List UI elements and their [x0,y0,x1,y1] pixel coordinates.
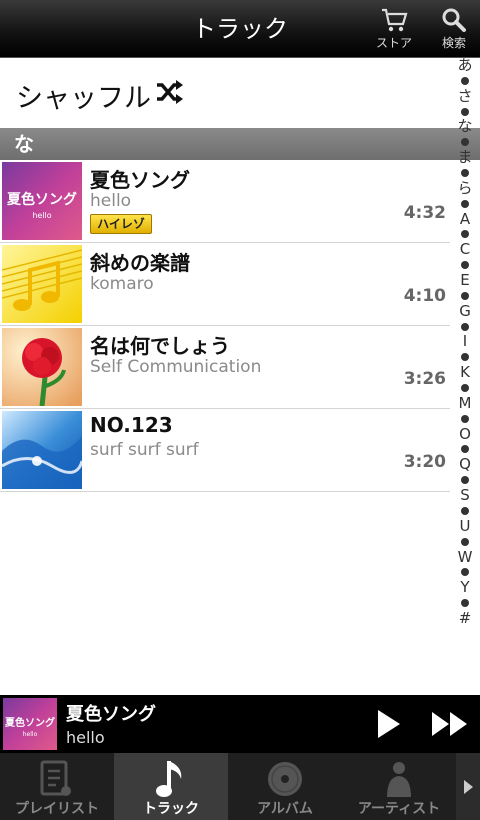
index-dot[interactable] [461,599,469,608]
index-dot[interactable] [461,199,469,208]
track-row[interactable]: 夏色ソング hello 夏色ソング hello ハイレゾ 4:32 [0,160,450,243]
album-art: 夏色ソング hello [2,162,82,240]
track-artist: Self Communication [90,357,262,377]
search-icon [442,8,466,32]
top-bar: トラック ストア 検索 [0,0,480,58]
store-label: ストア [375,36,412,50]
disc-icon [268,762,302,796]
bottom-tab-bar: プレイリスト トラック アルバム アーティスト [0,753,480,820]
index-letter[interactable]: E [460,273,469,288]
index-letter[interactable]: M [459,395,472,411]
now-playing-artist: hello [66,728,105,747]
track-row[interactable]: 名は何でしょう Self Communication 3:26 [0,326,450,409]
tab-label: プレイリスト [15,801,99,817]
section-header: な [0,128,480,160]
track-duration: 4:32 [403,203,446,223]
tab-label: アルバム [257,801,313,817]
album-art [2,245,82,323]
index-dot[interactable] [461,353,469,362]
index-letter[interactable]: G [459,303,471,319]
cart-icon [382,8,408,32]
app-screen: トラック ストア 検索 シャッフル な 夏色ソング hello 夏色ソング he… [0,0,480,820]
tab-label: トラック [143,801,199,817]
index-letter[interactable]: # [459,610,472,626]
chevron-right-icon [464,780,473,794]
index-dot[interactable] [461,76,469,85]
track-title: 夏色ソング [90,168,190,192]
tab-artist[interactable]: アーティスト [342,753,456,820]
album-art [2,328,82,406]
index-dot[interactable] [461,169,469,178]
index-dot[interactable] [461,322,469,331]
index-scrollbar[interactable]: あさなまら A C E G I K M O Q S U W Y # [452,58,478,628]
index-letter[interactable]: S [460,488,470,503]
index-letter[interactable]: A [460,211,470,227]
tab-label: アーティスト [357,801,441,817]
now-playing-art: 夏色ソング hello [3,698,57,750]
shuffle-icon [157,80,183,104]
index-letter[interactable]: O [459,426,471,442]
index-letter[interactable]: U [460,518,471,534]
index-letter[interactable]: I [463,334,467,349]
store-button[interactable]: ストア [368,4,420,54]
playlist-icon [40,760,71,796]
index-dot[interactable] [461,445,469,454]
index-dot[interactable] [461,291,469,300]
tab-playlist[interactable]: プレイリスト [0,753,114,820]
index-letter[interactable]: さ [457,88,472,104]
index-dot[interactable] [461,506,469,515]
index-dot[interactable] [461,138,469,147]
search-label: 検索 [441,36,466,50]
index-dot[interactable] [461,414,469,423]
index-letter[interactable]: あ [457,58,472,73]
np-art-title: 夏色ソング [4,716,55,729]
play-icon[interactable] [368,704,408,744]
track-title: 名は何でしょう [90,334,230,358]
art-subtitle: hello [32,211,51,220]
track-title: 斜めの楽譜 [90,251,190,275]
track-list: 夏色ソング hello 夏色ソング hello ハイレゾ 4:32 斜めの楽譜 … [0,160,450,492]
shuffle-button[interactable]: シャッフル [0,58,450,128]
index-dot[interactable] [461,230,469,239]
album-art [2,411,82,489]
np-art-subtitle: hello [23,731,38,738]
hires-badge: ハイレゾ [90,214,152,234]
search-button[interactable]: 検索 [428,4,480,54]
index-dot[interactable] [461,537,469,546]
index-dot[interactable] [461,384,469,393]
now-playing-bar[interactable]: 夏色ソング hello 夏色ソング hello [0,695,480,753]
index-dot[interactable] [461,261,469,270]
track-duration: 3:26 [403,369,446,389]
person-icon [387,762,411,797]
shuffle-label: シャッフル [16,83,151,114]
music-note-icon [156,761,182,797]
index-letter[interactable]: Q [459,457,471,472]
index-letter[interactable]: ま [457,150,472,165]
index-letter[interactable]: K [460,365,470,380]
track-row[interactable]: NO.123 surf surf surf 3:20 [0,409,450,492]
index-dot[interactable] [461,107,469,116]
index-letter[interactable]: な [457,119,472,134]
tab-album[interactable]: アルバム [228,753,342,820]
track-row[interactable]: 斜めの楽譜 komaro 4:10 [0,243,450,326]
track-title: NO.123 [90,413,173,437]
index-dot[interactable] [461,476,469,485]
art-title: 夏色ソング [7,191,77,208]
track-duration: 4:10 [403,286,446,306]
index-letter[interactable]: C [460,242,470,257]
fast-forward-icon[interactable] [428,704,472,744]
index-letter[interactable]: Y [460,580,469,595]
track-duration: 3:20 [403,452,446,472]
track-artist: surf surf surf [90,440,199,460]
track-artist: komaro [90,274,154,294]
tab-track[interactable]: トラック [114,753,228,820]
track-artist: hello [90,191,132,211]
more-tabs-button[interactable] [456,753,480,820]
index-letter[interactable]: W [458,549,473,565]
index-letter[interactable]: ら [457,180,472,196]
index-dot[interactable] [461,568,469,577]
now-playing-title: 夏色ソング [66,704,156,725]
